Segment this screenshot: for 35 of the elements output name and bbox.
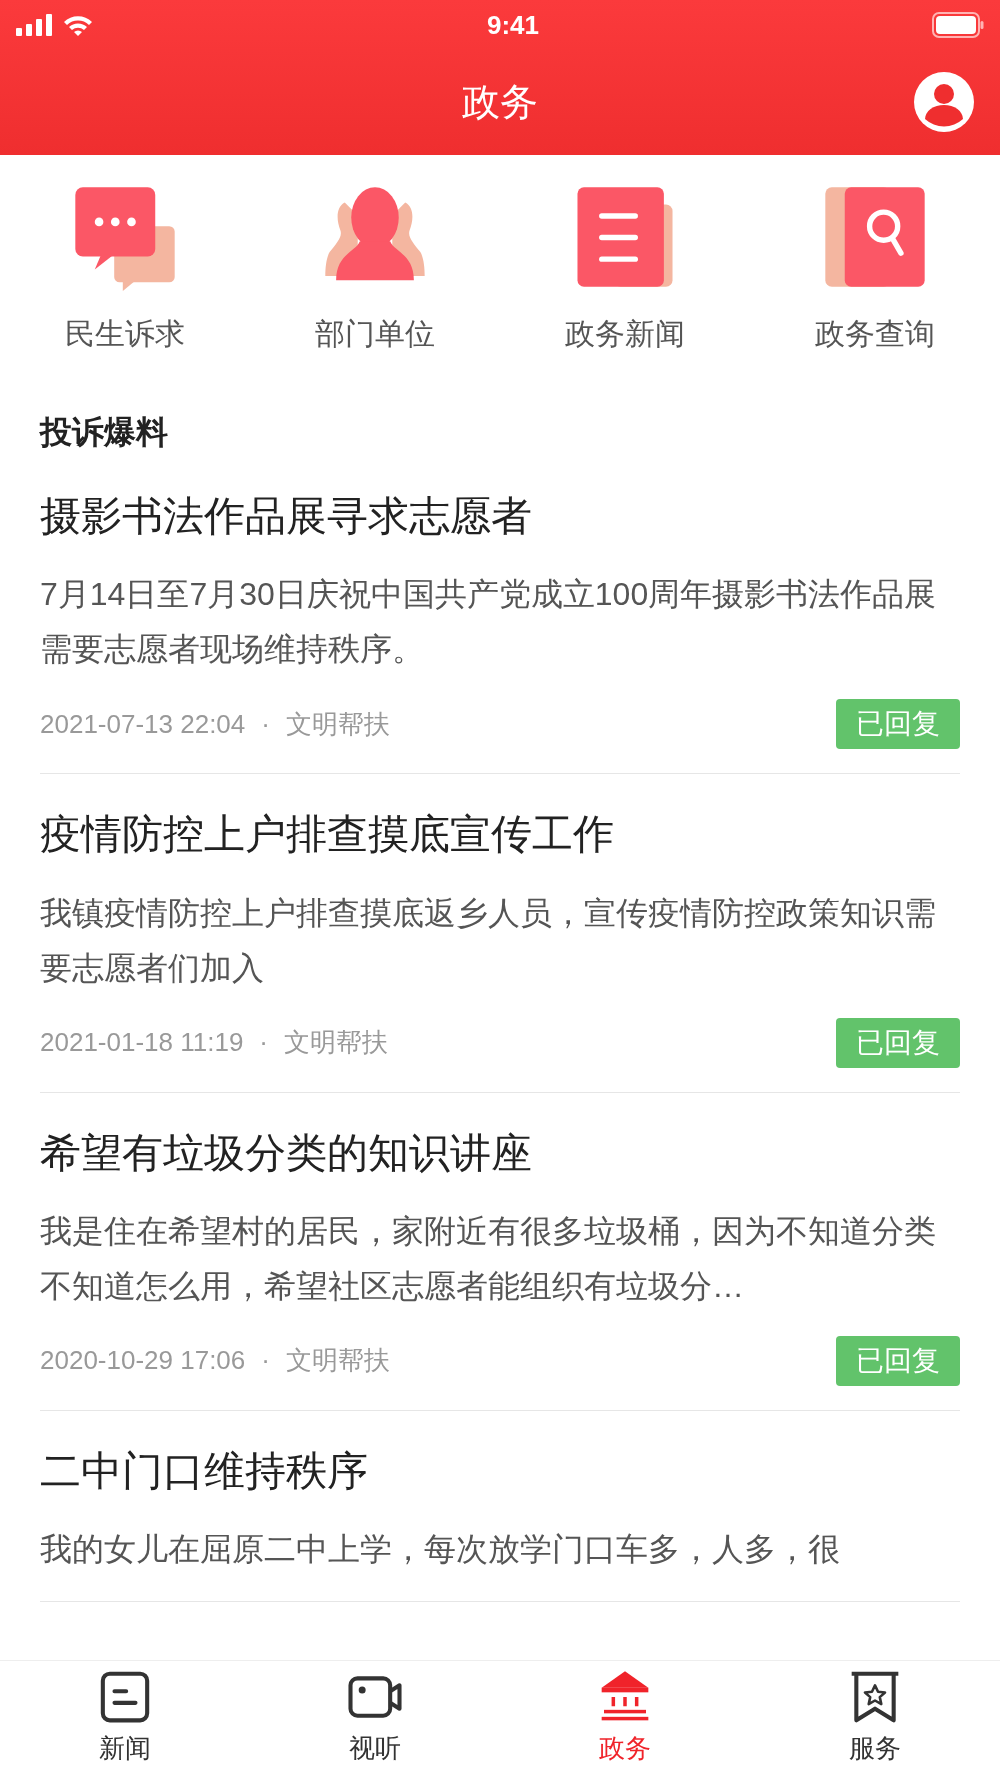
reply-status-tag: 已回复 [836, 1017, 960, 1068]
separator-dot: · [259, 1026, 269, 1060]
wifi-icon [62, 13, 94, 37]
post-date: 2021-07-13 22:04 [40, 707, 246, 741]
post-category: 文明帮扶 [285, 707, 390, 741]
shortcut-label[interactable]: 民生诉求 [65, 311, 185, 356]
shortcut-label[interactable]: 政务新闻 [565, 311, 685, 356]
post-category: 文明帮扶 [285, 1344, 390, 1378]
post-category: 文明帮扶 [284, 1026, 389, 1060]
page-title: 政务 [462, 80, 538, 125]
post-title[interactable]: 摄影书法作品展寻求志愿者 [40, 490, 960, 544]
reply-status-tag: 已回复 [836, 1335, 960, 1386]
post-summary: 我镇疫情防控上户排查摸底返乡人员，宣传疫情防控政策知识需要志愿者们加入 [40, 893, 937, 988]
tab[interactable]: 新闻 [0, 1661, 250, 1778]
post-summary: 我是住在希望村的居民，家附近有很多垃圾桶，因为不知道分类不知道怎么用，希望社区志愿者能组织有垃圾分… [40, 1211, 937, 1306]
user-avatar-icon[interactable] [914, 72, 974, 132]
post-summary: 我的女儿在屈原二中上学，每次放学门口车多，人多，很 [40, 1530, 841, 1570]
post-date: 2020-10-29 17:06 [40, 1344, 246, 1378]
post-title[interactable]: 希望有垃圾分类的知识讲座 [40, 1126, 960, 1180]
post-title[interactable]: 二中门口维持秩序 [40, 1444, 960, 1499]
shortcut-label[interactable]: 部门单位 [315, 311, 435, 356]
post-title[interactable]: 疫情防控上户排查摸底宣传工作 [40, 808, 960, 862]
tab[interactable]: 视听 [250, 1661, 500, 1778]
tab[interactable]: 政务 [500, 1661, 750, 1778]
separator-dot: · [261, 1344, 270, 1378]
separator-dot: · [261, 707, 270, 741]
section-title: 投诉爆料 [40, 413, 169, 452]
tab[interactable]: 服务 [750, 1661, 1000, 1778]
status-time: 9:41 [486, 8, 539, 42]
post-summary: 7月14日至7月30日庆祝中国共产党成立100周年摄影书法作品展需要志愿者现场维持秩序。 [40, 575, 938, 670]
battery-icon [932, 12, 984, 38]
shortcut-label[interactable]: 政务查询 [815, 311, 935, 356]
signal-icon [16, 14, 54, 36]
post-date: 2021-01-18 11:19 [40, 1026, 244, 1060]
reply-status-tag: 已回复 [836, 699, 960, 750]
